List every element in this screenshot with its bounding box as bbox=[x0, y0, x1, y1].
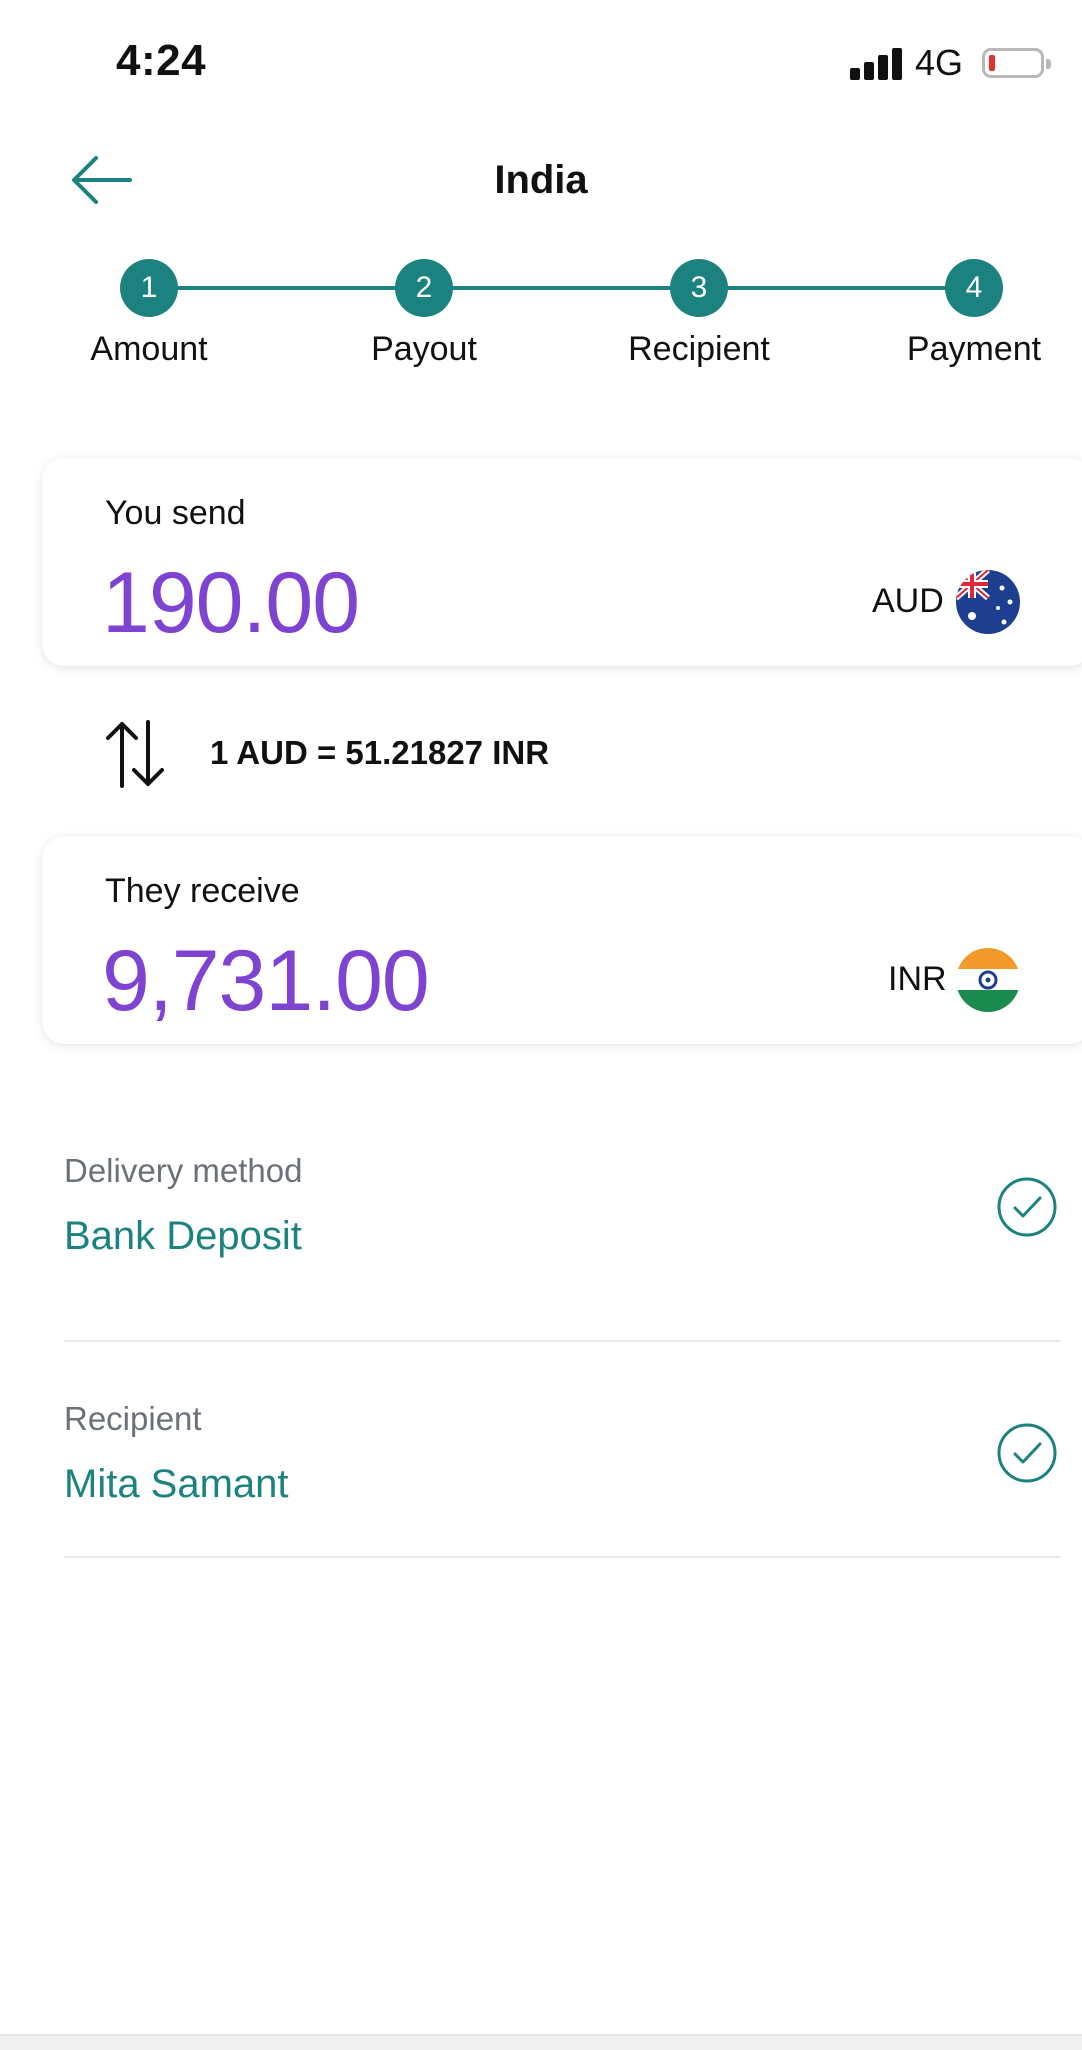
send-label: You send bbox=[105, 494, 246, 532]
step-label-amount[interactable]: Amount bbox=[39, 330, 259, 369]
send-amount-card[interactable]: You send 190.00 AUD bbox=[42, 458, 1082, 666]
delivery-method-label: Delivery method bbox=[64, 1152, 303, 1189]
divider bbox=[64, 1556, 1060, 1558]
network-type: 4G bbox=[915, 42, 964, 83]
check-circle-icon bbox=[996, 1422, 1058, 1484]
exchange-rate-text: 1 AUD = 51.21827 INR bbox=[210, 734, 550, 771]
delivery-method-value[interactable]: Bank Deposit bbox=[64, 1214, 302, 1259]
recipient-value[interactable]: Mita Samant bbox=[64, 1462, 289, 1507]
receive-amount-input[interactable]: 9,731.00 bbox=[102, 932, 430, 1031]
receive-label: They receive bbox=[105, 872, 300, 910]
step-3-indicator[interactable]: 3 bbox=[670, 259, 728, 317]
page-title: India bbox=[494, 158, 588, 202]
divider bbox=[64, 1340, 1060, 1342]
receive-currency-code[interactable]: INR bbox=[888, 960, 947, 999]
signal-icon bbox=[850, 46, 904, 80]
receive-amount-card[interactable]: They receive 9,731.00 INR bbox=[42, 836, 1082, 1044]
australia-flag-icon[interactable] bbox=[956, 570, 1020, 634]
check-circle-icon bbox=[996, 1176, 1058, 1238]
step-4-indicator[interactable]: 4 bbox=[945, 259, 1003, 317]
india-flag-icon[interactable] bbox=[956, 948, 1020, 1012]
send-currency-code[interactable]: AUD bbox=[872, 582, 944, 621]
step-label-payment[interactable]: Payment bbox=[864, 330, 1082, 369]
recipient-label: Recipient bbox=[64, 1400, 202, 1437]
status-time: 4:24 bbox=[116, 36, 207, 85]
step-label-payout[interactable]: Payout bbox=[314, 330, 534, 369]
battery-icon bbox=[982, 48, 1051, 78]
send-amount-input[interactable]: 190.00 bbox=[102, 554, 360, 653]
step-1-indicator[interactable]: 1 bbox=[120, 259, 178, 317]
step-2-indicator[interactable]: 2 bbox=[395, 259, 453, 317]
swap-vertical-icon[interactable] bbox=[102, 718, 168, 790]
step-label-recipient[interactable]: Recipient bbox=[589, 330, 809, 369]
stepper-track bbox=[148, 286, 972, 290]
